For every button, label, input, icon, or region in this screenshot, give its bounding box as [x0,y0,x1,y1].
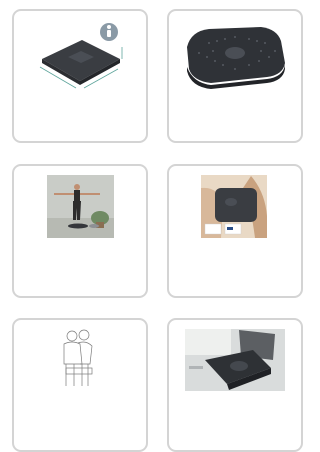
thumbnail-card-3[interactable] [12,164,148,298]
thumbnail-card-1[interactable] [12,9,148,143]
thumbnail-card-2[interactable] [167,9,303,143]
thumbnail-card-4[interactable] [167,164,303,298]
thumbnail-card-5[interactable] [12,318,148,452]
cushion-office-chair-photo [185,329,285,391]
cushion-dimensions-icon [39,23,123,89]
woman-balancing-photo [47,175,114,238]
cushion-on-chair-photo [201,175,267,238]
people-sitting-outline-icon [63,329,93,386]
thumbnail-card-6[interactable] [167,318,303,452]
cushion-top-view-icon [187,27,285,89]
